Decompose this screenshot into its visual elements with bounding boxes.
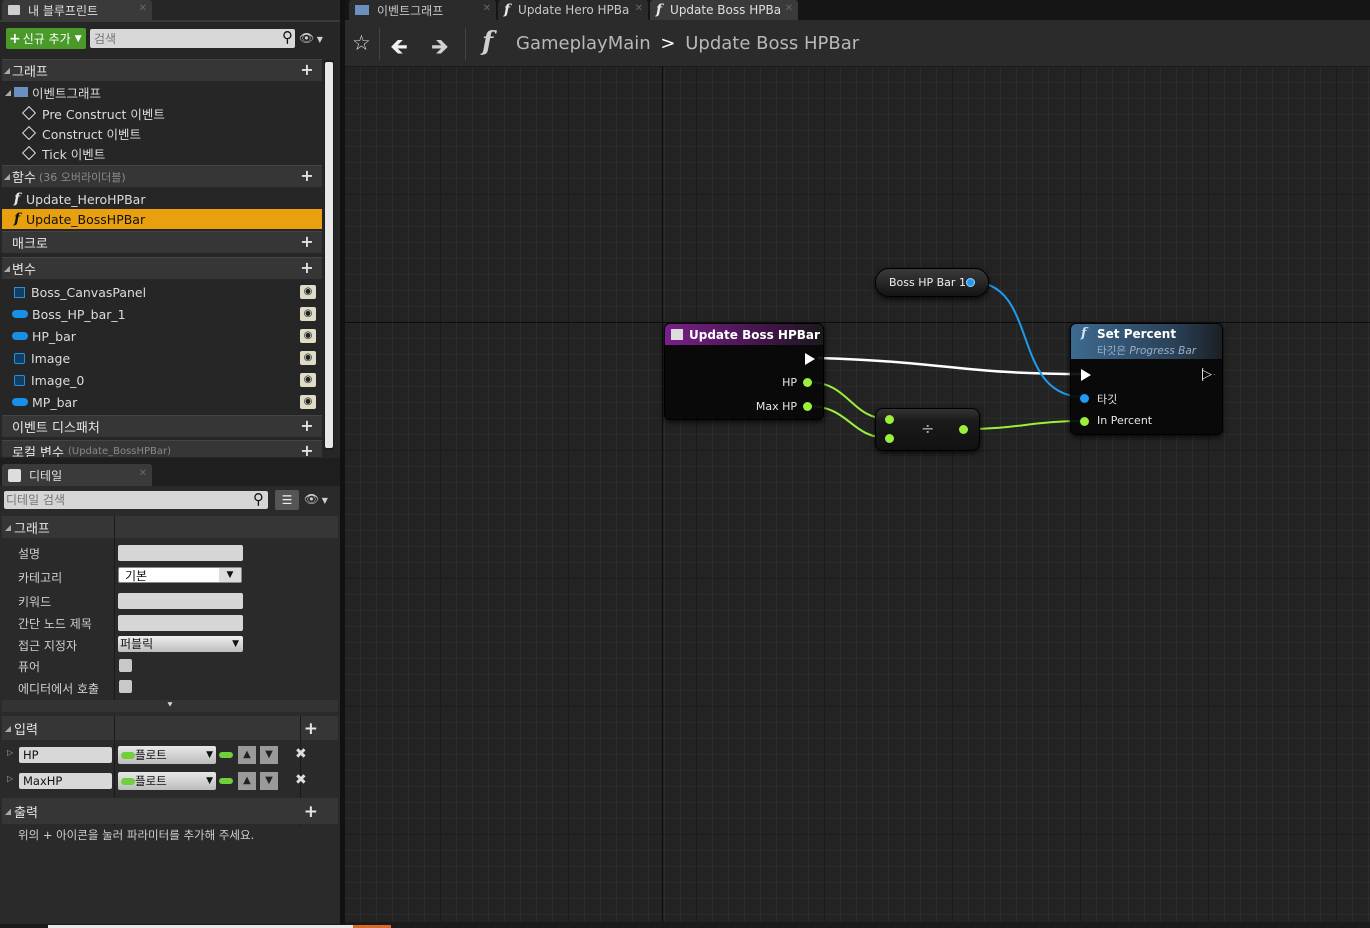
node-title: Update Boss HPBar [689,327,820,342]
wires [807,281,1085,439]
node-label: Boss HP Bar 1 [889,276,966,289]
result-out-pin[interactable] [959,425,968,434]
pin-label: 타깃 [1097,393,1118,406]
function-icon: f [1081,326,1087,341]
exec-wire [817,356,1085,376]
set-percent-node[interactable]: f Set Percent 타깃은 Progress Bar ▷ 타깃 In P… [1070,323,1223,435]
hp-out-pin[interactable] [803,378,812,387]
entry-node-icon [671,329,683,340]
exec-out-outline: ▷ [1202,367,1212,382]
boss-hp-bar-getter-node[interactable]: Boss HP Bar 1 [875,268,989,297]
percent-wire [963,420,1085,430]
pin-label: Max HP [755,400,797,413]
node-subtitle: 타깃은 Progress Bar [1097,345,1197,357]
pin-label: HP [782,376,797,389]
b-in-pin[interactable] [885,434,894,443]
divide-symbol: ÷ [921,419,935,438]
in-percent-pin[interactable] [1080,417,1089,426]
exec-in-pin[interactable] [1081,369,1091,381]
a-in-pin[interactable] [885,415,894,424]
target-in-pin[interactable] [1080,394,1089,403]
object-out-pin[interactable] [966,278,975,287]
node-title: Set Percent [1097,327,1177,341]
target-wire [971,281,1085,398]
pin-label: In Percent [1097,414,1153,427]
function-entry-node[interactable]: Update Boss HPBar HP Max HP [664,323,824,420]
divide-node[interactable]: ÷ [875,408,980,451]
exec-out-pin[interactable] [805,353,815,365]
maxhp-out-pin[interactable] [803,402,812,411]
